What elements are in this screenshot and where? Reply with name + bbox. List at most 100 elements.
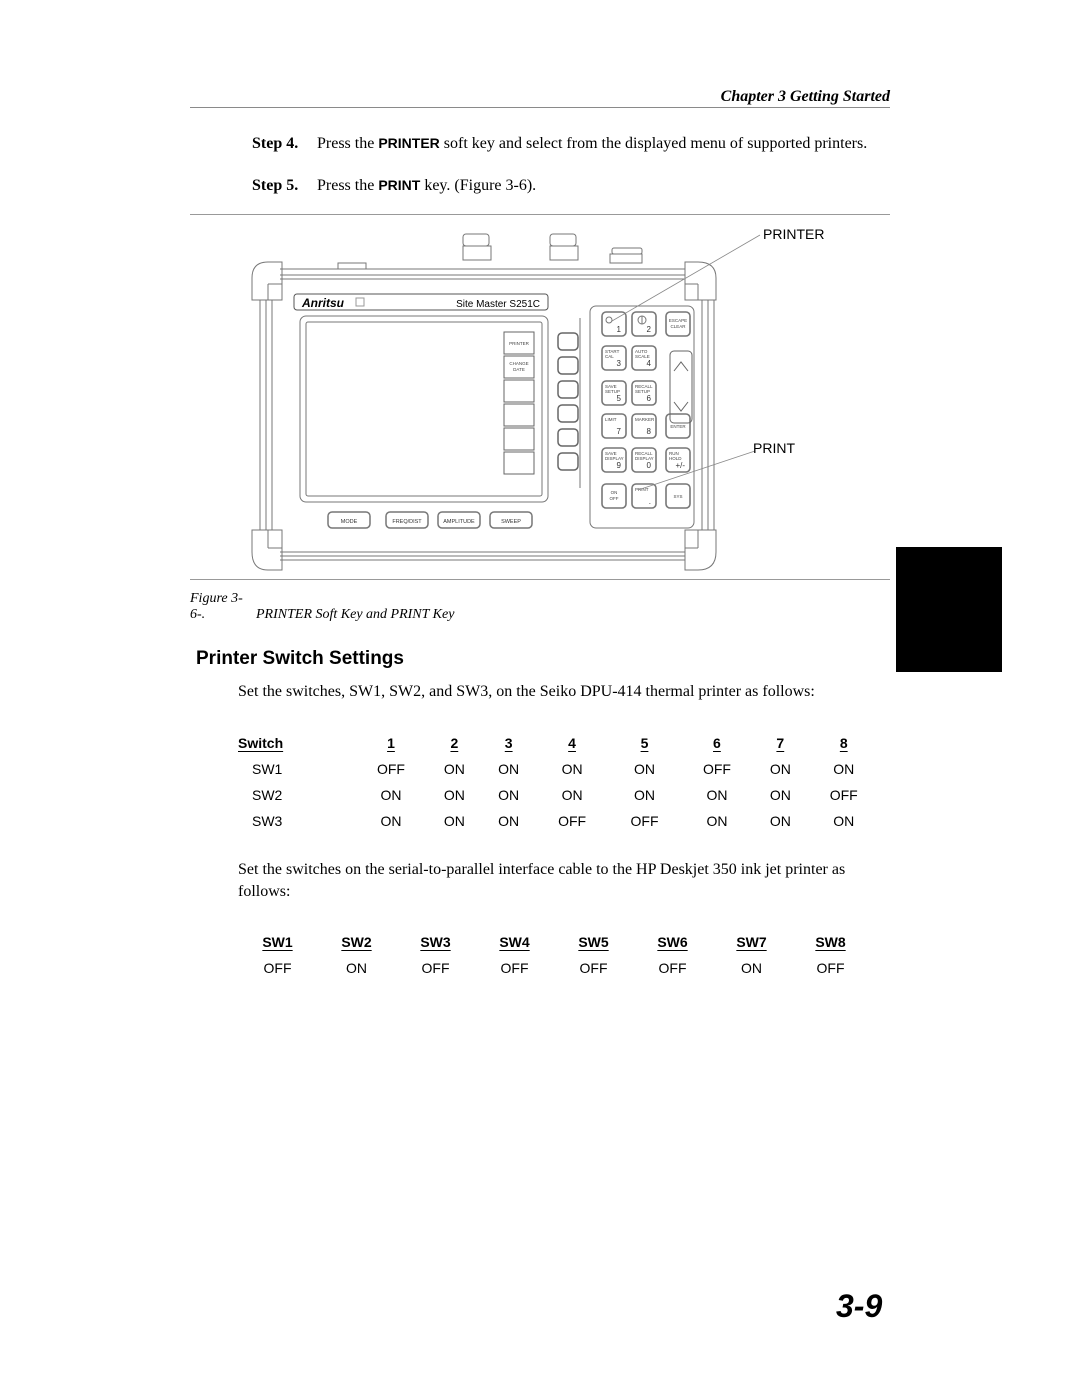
key-freq-dist[interactable]: FREQ/DIST [385,511,429,529]
key-recall-setup[interactable]: RECALLSETUP6 [631,380,657,406]
column-header-switch: SW7 [736,934,767,950]
svg-text:9: 9 [617,461,622,470]
key-auto-scale[interactable]: AUTOSCALE4 [631,345,657,371]
key-on-off[interactable]: ONOFF [601,483,627,509]
figure-caption: Figure 3-6-. PRINTER Soft Key and PRINT K… [190,591,454,623]
key-save-setup[interactable]: SAVESETUP5 [601,380,627,406]
step-text: Press the PRINTER soft key and select fr… [317,135,868,152]
screen-softkey-label: CHANGEDATE [503,355,535,379]
switch-state: ON [561,761,583,777]
svg-text:SYS: SYS [673,494,682,499]
key-1[interactable]: 1 [601,311,627,337]
key-run-hold[interactable]: RUNHOLD+/- [665,447,691,473]
key-marker[interactable]: MARKER 8 [631,413,657,439]
switch-state: ON [443,787,465,803]
svg-text:SWEEP: SWEEP [501,519,521,525]
svg-text:OFF: OFF [610,496,619,501]
key-2[interactable]: 2 [631,311,657,337]
svg-text:CLEAR: CLEAR [670,324,686,329]
step-text: Press the PRINT key. (Figure 3-6). [317,177,537,194]
section-title: Printer Switch Settings [196,648,404,669]
switch-state: OFF [579,960,608,976]
figure-3-6: Anritsu Site Master S251C PRINTER CHANGE D… [190,218,890,578]
key-limit[interactable]: LIMIT7 [601,413,627,439]
key-recall-display[interactable]: RECALLDISPLAY0 [631,447,657,473]
svg-text:+/-: +/- [675,461,685,470]
table-row: SW3 ON ON ON OFF OFF ON ON ON [238,808,880,834]
figure-top-rule [190,214,890,215]
hp-intro: Set the switches on the serial-to-parall… [238,861,846,900]
soft-key-button[interactable] [557,332,579,351]
switch-state: ON [741,960,762,976]
column-header-position: 8 [839,735,848,751]
switch-state: ON [833,813,855,829]
column-header-position: 3 [504,735,513,751]
row-label: SW1 [252,761,283,777]
column-header-position: 1 [387,735,395,751]
callout-printer: PRINTER [763,226,825,242]
switch-state: ON [380,813,402,829]
row-label: SW3 [252,813,283,829]
switch-state: ON [380,787,402,803]
seiko-intro: Set the switches, SW1, SW2, and SW3, on … [238,683,815,700]
switch-state: OFF [376,761,405,777]
row-label: SW2 [252,787,283,803]
svg-text:FREQ/DIST: FREQ/DIST [392,519,422,525]
svg-text:1: 1 [617,325,622,334]
soft-key-button[interactable] [557,356,579,375]
up-down-rocker [669,350,693,424]
screen-softkey-label: PRINTER [503,331,535,355]
column-header-switch: SW2 [341,934,372,950]
key-start-cal[interactable]: STARTCAL3 [601,345,627,371]
backlight-icon [605,316,613,324]
switch-state: ON [833,761,855,777]
svg-text:0: 0 [647,461,652,470]
svg-text:AMPLITUDE: AMPLITUDE [443,519,475,525]
column-header-position: 5 [640,735,649,751]
hp-switch-table: SW1 SW2 SW3 SW4 SW5 SW6 SW7 SW8 OFF ON OFF OFF OFF O… [238,929,870,981]
svg-text:ENTER: ENTER [670,424,686,429]
svg-text:PRINTER: PRINTER [509,341,530,346]
column-header-switch: SW6 [657,934,688,950]
table-row: SW2 ON ON ON ON ON ON ON OFF [238,782,880,808]
switch-state: OFF [702,761,731,777]
key-name: PRINT [378,177,421,193]
svg-text:ON: ON [611,490,618,495]
switch-state: OFF [421,960,450,976]
key-save-display[interactable]: SAVEDISPLAY9 [601,447,627,473]
chapter-thumb-tab [896,547,1002,672]
chevron-up-icon [673,361,689,372]
switch-state: OFF [630,813,659,829]
step-5: Step 5. Press the PRINT key. (Figure 3-6… [252,175,892,197]
switch-state: OFF [658,960,687,976]
svg-text:6: 6 [647,394,652,403]
switch-state: OFF [829,787,858,803]
soft-key-button[interactable] [557,452,579,471]
switch-state: OFF [263,960,292,976]
column-header-position: 7 [776,735,785,751]
page-number: 3-9 [836,1288,883,1324]
switch-state: OFF [816,960,845,976]
key-sweep[interactable]: SWEEP [489,511,533,529]
key-amplitude[interactable]: AMPLITUDE [437,511,481,529]
key-sys[interactable]: SYS [665,483,691,509]
svg-text:DATE: DATE [513,367,525,372]
column-header-position: 6 [713,735,721,751]
switch-state: ON [634,787,655,803]
switch-state: ON [769,787,791,803]
switch-state: ON [634,761,655,777]
key-escape-clear[interactable]: ESCAPECLEAR [665,311,691,337]
svg-text:7: 7 [617,427,622,436]
svg-text:4: 4 [647,359,652,368]
switch-state: ON [706,787,728,803]
screen-softkey-label [503,379,535,403]
soft-key-button[interactable] [557,428,579,447]
key-mode[interactable]: MODE [327,511,371,529]
switch-state: ON [346,960,367,976]
column-header-switch: SW4 [499,934,530,950]
key-name: PRINTER [378,135,440,151]
soft-key-button[interactable] [557,404,579,423]
soft-key-button[interactable] [557,380,579,399]
switch-state: ON [561,787,583,803]
figure-bottom-rule [190,579,890,580]
